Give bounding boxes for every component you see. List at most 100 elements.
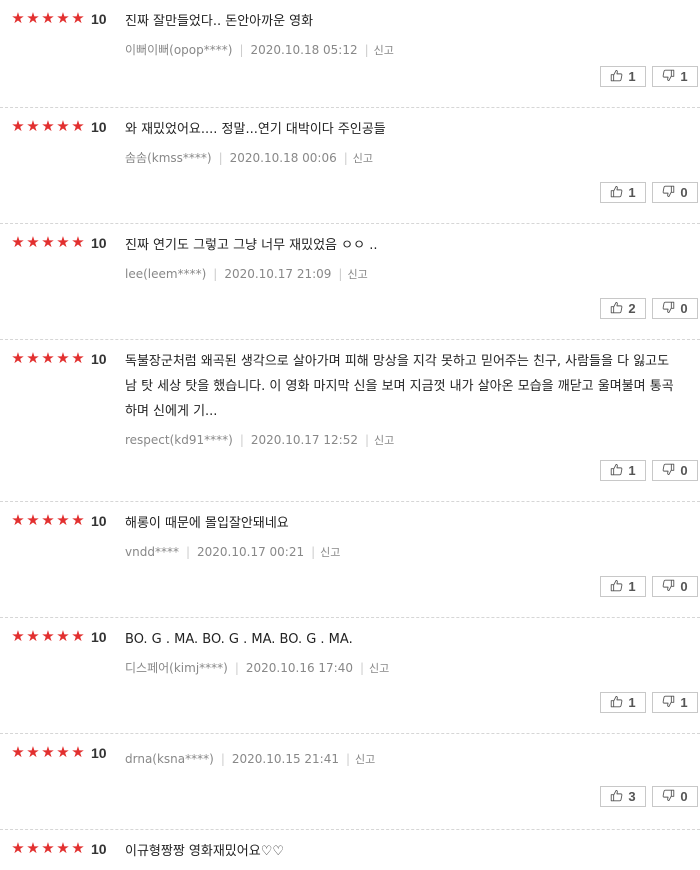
star-icon: ★ bbox=[11, 511, 25, 529]
like-count: 2 bbox=[628, 301, 636, 316]
report-link[interactable]: 신고 bbox=[347, 268, 367, 281]
review-item: ★ ★ ★ ★ ★ 10 해롱이 때문에 몰입잘안돼네요 vndd**** | 2020.10.1… bbox=[0, 502, 700, 618]
meta-divider: | bbox=[343, 151, 348, 165]
thumbs-down-icon bbox=[662, 299, 675, 318]
like-button[interactable]: 3 bbox=[600, 786, 646, 807]
like-button[interactable]: 2 bbox=[600, 298, 646, 319]
review-author[interactable]: 이뻐이뻐(opop****) bbox=[125, 43, 232, 57]
thumbs-up-icon bbox=[610, 67, 623, 86]
star-icon: ★ bbox=[11, 839, 25, 857]
rating-score: 10 bbox=[91, 234, 107, 251]
star-icon: ★ bbox=[41, 627, 55, 645]
meta-divider: | bbox=[239, 433, 244, 447]
review-rating: ★ ★ ★ ★ ★ 10 bbox=[11, 9, 107, 27]
like-button[interactable]: 1 bbox=[600, 576, 646, 597]
review-body: BO. G . MA. BO. G . MA. BO. G . MA. 디스페어(… bbox=[125, 627, 685, 677]
like-button[interactable]: 1 bbox=[600, 182, 646, 203]
review-author[interactable]: lee(leem****) bbox=[125, 267, 206, 281]
report-link[interactable]: 신고 bbox=[374, 44, 394, 57]
review-author[interactable]: drna(ksna****) bbox=[125, 752, 214, 766]
star-icon: ★ bbox=[56, 743, 70, 761]
star-rating: ★ ★ ★ ★ ★ bbox=[11, 629, 85, 644]
meta-divider: | bbox=[311, 545, 316, 559]
star-icon: ★ bbox=[26, 9, 40, 27]
review-rating: ★ ★ ★ ★ ★ 10 bbox=[11, 349, 106, 367]
review-body: drna(ksna****) | 2020.10.15 21:41 | 신고 bbox=[125, 743, 685, 768]
report-link[interactable]: 신고 bbox=[353, 152, 373, 165]
review-meta: drna(ksna****) | 2020.10.15 21:41 | 신고 bbox=[125, 751, 685, 768]
star-icon: ★ bbox=[56, 233, 70, 251]
review-body: 진짜 잘만들었다.. 돈안아까운 영화 이뻐이뻐(opop****) | 2020.1… bbox=[125, 9, 685, 59]
review-date: 2020.10.18 05:12 bbox=[250, 43, 358, 57]
star-icon: ★ bbox=[56, 349, 70, 367]
review-meta: 솜솜(kmss****) | 2020.10.18 00:06 | 신고 bbox=[125, 150, 685, 167]
review-date: 2020.10.15 21:41 bbox=[231, 752, 339, 766]
rating-score: 10 bbox=[91, 840, 107, 857]
review-item: ★ ★ ★ ★ ★ 10 이규형짱짱 영화재밌어요♡♡ bbox=[0, 830, 700, 870]
report-link[interactable]: 신고 bbox=[369, 662, 389, 675]
meta-divider: | bbox=[364, 433, 370, 447]
like-count: 3 bbox=[628, 789, 636, 804]
star-icon: ★ bbox=[71, 9, 85, 27]
star-rating: ★ ★ ★ ★ ★ bbox=[11, 119, 85, 134]
vote-buttons: 10 bbox=[600, 576, 698, 597]
star-icon: ★ bbox=[71, 511, 85, 529]
review-meta: respect(kd91****) | 2020.10.17 12:52 | 신고 bbox=[125, 432, 685, 449]
report-link[interactable]: 신고 bbox=[374, 434, 394, 447]
review-rating: ★ ★ ★ ★ ★ 10 bbox=[11, 839, 107, 857]
review-text: 진짜 연기도 그렇고 그냥 너무 재밌었음 ㅇㅇ .. bbox=[125, 238, 378, 253]
review-author[interactable]: 솜솜(kmss****) bbox=[125, 151, 212, 165]
star-icon: ★ bbox=[26, 233, 40, 251]
dislike-button[interactable]: 0 bbox=[652, 298, 698, 319]
star-icon: ★ bbox=[71, 743, 85, 761]
review-meta: lee(leem****) | 2020.10.17 21:09 | 신고 bbox=[125, 266, 685, 283]
vote-buttons: 11 bbox=[600, 692, 698, 713]
dislike-button[interactable]: 0 bbox=[652, 786, 698, 807]
like-button[interactable]: 1 bbox=[600, 460, 646, 481]
star-icon: ★ bbox=[71, 349, 85, 367]
meta-divider: | bbox=[345, 752, 351, 766]
star-icon: ★ bbox=[56, 839, 70, 857]
star-rating: ★ ★ ★ ★ ★ bbox=[11, 745, 85, 760]
star-icon: ★ bbox=[11, 117, 25, 135]
star-icon: ★ bbox=[41, 233, 55, 251]
rating-score: 10 bbox=[91, 744, 107, 761]
review-date: 2020.10.16 17:40 bbox=[245, 661, 353, 675]
dislike-count: 1 bbox=[680, 695, 688, 710]
report-link[interactable]: 신고 bbox=[355, 753, 375, 766]
dislike-count: 0 bbox=[680, 789, 688, 804]
review-meta: 디스페어(kimj****) | 2020.10.16 17:40 | 신고 bbox=[125, 660, 685, 677]
meta-divider: | bbox=[338, 267, 343, 281]
review-body: 와 재밌었어요.... 정말...연기 대박이다 주인공들솜솜(kmss****… bbox=[125, 117, 685, 167]
review-body: 진짜 연기도 그렇고 그냥 너무 재밌었음 ㅇㅇ .. lee(leem****)… bbox=[125, 233, 685, 283]
review-author[interactable]: respect(kd91****) bbox=[125, 433, 233, 447]
dislike-button[interactable]: 1 bbox=[652, 692, 698, 713]
star-icon: ★ bbox=[11, 349, 25, 367]
dislike-button[interactable]: 0 bbox=[652, 576, 698, 597]
rating-score: 10 bbox=[91, 10, 107, 27]
like-button[interactable]: 1 bbox=[600, 66, 646, 87]
meta-divider: | bbox=[220, 752, 225, 766]
review-text: 해롱이 때문에 몰입잘안돼네요 bbox=[125, 516, 289, 531]
thumbs-down-icon bbox=[662, 67, 675, 86]
review-item: ★ ★ ★ ★ ★ 10 독불장군처럼 왜곡된 생각으로 살아가며 피해 망상을 지각 못하… bbox=[0, 340, 700, 502]
like-count: 1 bbox=[628, 579, 636, 594]
review-author[interactable]: vndd**** bbox=[125, 545, 179, 559]
thumbs-up-icon bbox=[610, 577, 623, 596]
like-count: 1 bbox=[628, 69, 636, 84]
dislike-button[interactable]: 0 bbox=[652, 182, 698, 203]
review-rating: ★ ★ ★ ★ ★ 10 bbox=[11, 118, 106, 135]
review-author[interactable]: 디스페어(kimj****) bbox=[125, 661, 228, 675]
dislike-count: 0 bbox=[680, 185, 688, 200]
review-item: ★ ★ ★ ★ ★ 10 진짜 연기도 그렇고 그냥 너무 재밌었음 ㅇㅇ .. lee(le… bbox=[0, 224, 700, 340]
meta-divider: | bbox=[234, 661, 239, 675]
dislike-button[interactable]: 0 bbox=[652, 460, 698, 481]
like-button[interactable]: 1 bbox=[600, 692, 646, 713]
report-link[interactable]: 신고 bbox=[320, 546, 340, 559]
review-body: 해롱이 때문에 몰입잘안돼네요 vndd**** | 2020.10.17 00:21… bbox=[125, 511, 685, 561]
review-text: 와 재밌었어요.... 정말...연기 대박이다 주인공들 bbox=[125, 122, 386, 137]
dislike-button[interactable]: 1 bbox=[652, 66, 698, 87]
thumbs-up-icon bbox=[610, 299, 623, 318]
review-rating: ★ ★ ★ ★ ★ 10 bbox=[11, 233, 107, 251]
review-item: ★ ★ ★ ★ ★ 10 drna(ksna****) | 2020.10.15 21:41 | 신… bbox=[0, 734, 700, 830]
